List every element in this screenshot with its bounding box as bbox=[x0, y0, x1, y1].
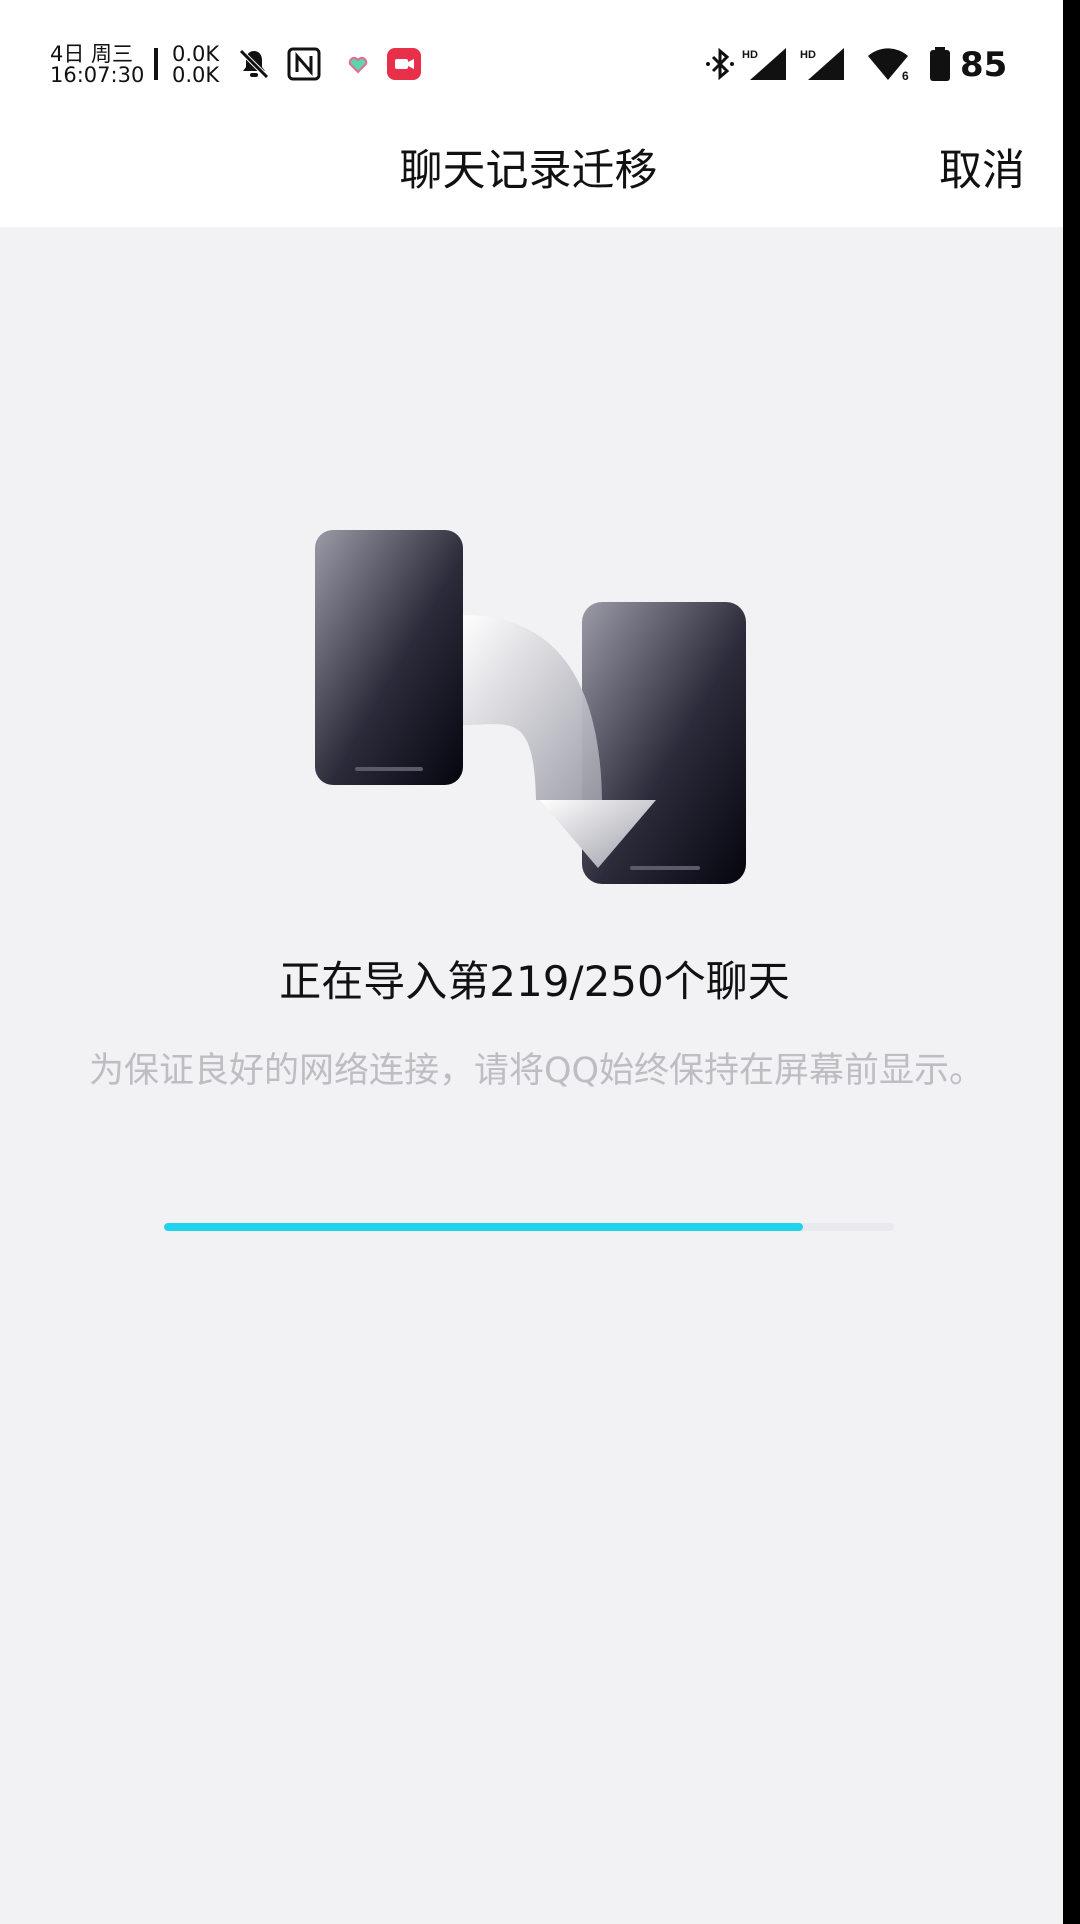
import-progress-text: 正在导入第219/250个聊天 bbox=[279, 957, 790, 1006]
battery-level: 85 bbox=[960, 45, 1008, 85]
wifi-icon: 6 bbox=[866, 46, 914, 83]
progress-bar-fill bbox=[164, 1223, 804, 1231]
net-down-speed: 0.0K bbox=[172, 63, 220, 87]
signal-hd-icon: HD bbox=[800, 46, 850, 82]
video-record-icon bbox=[386, 46, 422, 82]
bell-off-icon bbox=[236, 46, 272, 82]
wifi-label: 6 bbox=[902, 69, 909, 82]
network-speed: 0.0K 0.0K bbox=[172, 44, 219, 86]
signal-hd-icon: HD bbox=[742, 46, 792, 82]
heart-icon bbox=[340, 46, 376, 82]
app-screen: 4日 周三 16:07:30 0.0K 0.0K HD HD 6 85 聊天记录… bbox=[0, 0, 1063, 1924]
source-phone-icon bbox=[315, 530, 463, 785]
signal-hd-label: HD bbox=[800, 49, 816, 61]
progress-bar bbox=[164, 1223, 894, 1231]
nfc-icon bbox=[286, 46, 322, 82]
status-separator bbox=[154, 48, 158, 80]
status-bar: 4日 周三 16:07:30 0.0K 0.0K HD HD 6 85 bbox=[0, 0, 1063, 112]
status-date: 4日 周三 bbox=[50, 42, 134, 66]
net-up-speed: 0.0K bbox=[172, 42, 220, 66]
cancel-button[interactable]: 取消 bbox=[939, 136, 1025, 198]
battery-icon bbox=[928, 46, 952, 82]
nav-bar: 聊天记录迁移 取消 bbox=[0, 112, 1063, 227]
status-datetime: 4日 周三 16:07:30 bbox=[50, 44, 144, 86]
phone-transfer-illustration bbox=[300, 520, 760, 900]
bluetooth-icon bbox=[702, 46, 738, 82]
page-title: 聊天记录迁移 bbox=[399, 146, 658, 196]
network-hint-text: 为保证良好的网络连接，请将QQ始终保持在屏幕前显示。 bbox=[88, 1051, 985, 1091]
signal-hd-label: HD bbox=[742, 49, 758, 61]
status-time: 16:07:30 bbox=[50, 63, 145, 87]
